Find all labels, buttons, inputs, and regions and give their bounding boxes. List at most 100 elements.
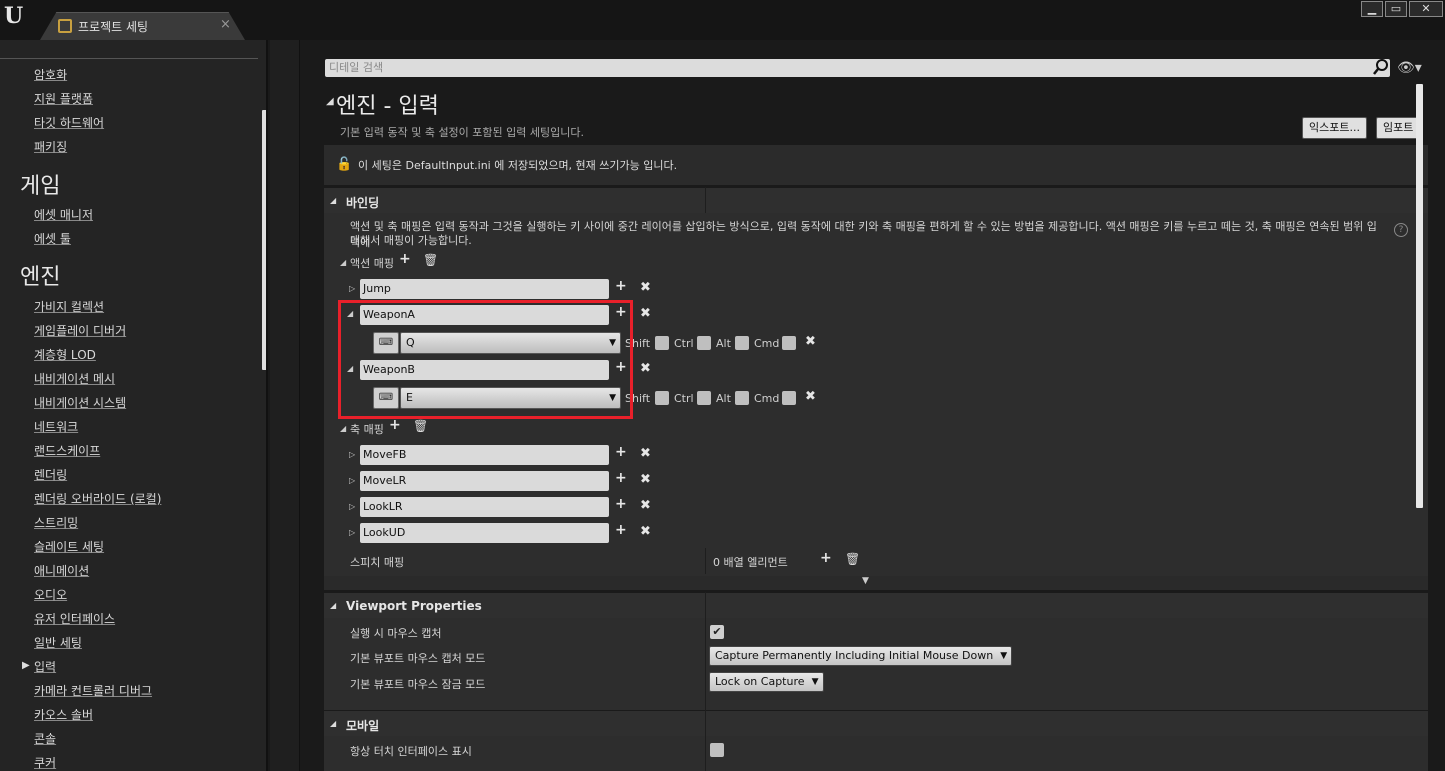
bindings-description-2: 대해서 매핑이 가능합니다. — [350, 234, 472, 247]
sidebar-item-streaming[interactable]: 스트리밍 — [34, 514, 78, 531]
sidebar-scrollbar[interactable] — [262, 110, 266, 370]
expand-axis-icon[interactable]: ▷ — [349, 528, 355, 537]
sidebar-item-landscape[interactable]: 랜드스케이프 — [34, 442, 100, 459]
search-input[interactable]: 디테일 검색 — [325, 59, 1390, 77]
remove-weapona-icon[interactable]: ✖ — [640, 306, 651, 321]
expand-axis-icon[interactable]: ▷ — [349, 476, 355, 485]
lock-mode-dropdown[interactable]: Lock on Capture ▼ — [709, 672, 824, 692]
remove-key-q-icon[interactable]: ✖ — [805, 334, 816, 349]
add-axis-key-icon[interactable]: + — [615, 496, 627, 512]
remove-jump-icon[interactable]: ✖ — [640, 280, 651, 295]
sidebar-item-console[interactable]: 콘솔 — [34, 730, 56, 747]
remove-axis-icon[interactable]: ✖ — [640, 524, 651, 539]
sidebar-item-camera-controller-debug[interactable]: 카메라 컨트롤러 디버그 — [34, 682, 152, 699]
sidebar-item-rendering-override[interactable]: 렌더링 오버라이드 (로컬) — [34, 490, 161, 507]
add-axis-key-icon[interactable]: + — [615, 522, 627, 538]
capture-mode-dropdown[interactable]: Capture Permanently Including Initial Mo… — [709, 646, 1013, 666]
mobile-header[interactable]: ◢ 모바일 — [324, 710, 1428, 736]
axis-name-movelr[interactable]: MoveLR — [360, 471, 609, 491]
add-axis-key-icon[interactable]: + — [615, 444, 627, 460]
ctrl-label: Ctrl — [674, 337, 694, 350]
notice-text: 이 세팅은 DefaultInput.ini 에 저장되었으며, 현재 쓰기가능… — [358, 159, 678, 172]
minimize-button[interactable]: ▁ — [1361, 1, 1383, 17]
shift-checkbox[interactable] — [655, 391, 669, 405]
help-icon[interactable]: ? — [1394, 223, 1408, 237]
action-name-jump[interactable]: Jump — [360, 279, 609, 299]
shift-checkbox[interactable] — [655, 336, 669, 350]
add-speech-icon[interactable]: + — [820, 550, 832, 566]
axis-name-movefb[interactable]: MoveFB — [360, 445, 609, 465]
add-key-jump-icon[interactable]: + — [615, 278, 627, 294]
collapse-arrow-icon: ◢ — [330, 719, 337, 728]
ctrl-label: Ctrl — [674, 392, 694, 405]
sidebar-item-animation[interactable]: 애니메이션 — [34, 562, 89, 579]
ctrl-checkbox[interactable] — [697, 336, 711, 350]
sidebar-item-supported-platforms[interactable]: 지원 플랫폼 — [34, 90, 93, 107]
bindings-header[interactable]: ◢ 바인딩 — [324, 187, 1428, 213]
search-icon[interactable] — [1372, 58, 1390, 76]
lock-mode-value: Lock on Capture — [715, 675, 805, 688]
sidebar-item-target-hardware[interactable]: 타깃 하드웨어 — [34, 114, 104, 131]
capture-mode-value: Capture Permanently Including Initial Mo… — [715, 649, 994, 662]
config-notice: 🔓 이 세팅은 DefaultInput.ini 에 저장되었으며, 현재 쓰기… — [324, 145, 1428, 185]
cmd-checkbox[interactable] — [782, 336, 796, 350]
add-action-icon[interactable]: + — [399, 251, 411, 267]
sidebar-item-hlod[interactable]: 계층형 LOD — [34, 346, 96, 363]
sidebar-item-slate-settings[interactable]: 슬레이트 세팅 — [34, 538, 104, 555]
axis-collapse-icon[interactable]: ◢ — [340, 424, 346, 433]
axis-name-looklr[interactable]: LookLR — [360, 497, 609, 517]
delete-actions-icon[interactable]: 🗑 — [423, 253, 438, 267]
maximize-button[interactable]: ▭ — [1385, 1, 1407, 17]
sidebar-item-nav-system[interactable]: 내비게이션 시스템 — [34, 394, 126, 411]
advanced-expander[interactable]: ▼ — [324, 576, 1428, 590]
remove-axis-icon[interactable]: ✖ — [640, 472, 651, 487]
sidebar-item-network[interactable]: 네트워크 — [34, 418, 78, 435]
details-scrollbar[interactable] — [1416, 84, 1423, 508]
sidebar-item-asset-tools[interactable]: 에셋 툴 — [34, 230, 71, 247]
title-collapse-icon[interactable]: ◢ — [326, 96, 334, 107]
sidebar-item-general-settings[interactable]: 일반 세팅 — [34, 634, 82, 651]
capture-on-play-checkbox[interactable]: ✔ — [710, 625, 724, 639]
sidebar-item-cooker[interactable]: 쿠커 — [34, 754, 56, 771]
delete-axes-icon[interactable]: 🗑 — [413, 419, 428, 433]
sidebar-item-encryption[interactable]: 암호화 — [34, 66, 67, 83]
add-axis-icon[interactable]: + — [389, 417, 401, 433]
viewport-header[interactable]: ◢ Viewport Properties — [324, 592, 1428, 618]
delete-speech-icon[interactable]: 🗑 — [845, 552, 860, 566]
sidebar-item-asset-manager[interactable]: 에셋 매니저 — [34, 206, 93, 223]
view-options-eye-icon[interactable]: 👁▾ — [1397, 60, 1422, 76]
cmd-checkbox[interactable] — [782, 391, 796, 405]
remove-axis-icon[interactable]: ✖ — [640, 446, 651, 461]
sidebar-item-gameplay-debugger[interactable]: 게임플레이 디버거 — [34, 322, 126, 339]
remove-weaponb-icon[interactable]: ✖ — [640, 361, 651, 376]
sidebar-item-user-interface[interactable]: 유저 인터페이스 — [34, 610, 115, 627]
alt-checkbox[interactable] — [735, 391, 749, 405]
ctrl-checkbox[interactable] — [697, 391, 711, 405]
sidebar-item-rendering[interactable]: 렌더링 — [34, 466, 67, 483]
expand-jump-icon[interactable]: ▷ — [349, 284, 355, 293]
sidebar-item-garbage-collection[interactable]: 가비지 컬렉션 — [34, 298, 104, 315]
touch-interface-checkbox[interactable] — [710, 743, 724, 757]
remove-axis-icon[interactable]: ✖ — [640, 498, 651, 513]
splitter[interactable] — [270, 40, 300, 771]
tab-close-icon[interactable]: × — [220, 17, 231, 32]
sidebar-item-packaging[interactable]: 패키징 — [34, 138, 67, 155]
sidebar-item-navmesh[interactable]: 내비게이션 메시 — [34, 370, 115, 387]
chevron-down-icon: ▼ — [1000, 651, 1008, 661]
expand-axis-icon[interactable]: ▷ — [349, 502, 355, 511]
export-button[interactable]: 익스포트... — [1302, 117, 1367, 139]
close-window-button[interactable]: ✕ — [1409, 1, 1443, 17]
add-axis-key-icon[interactable]: + — [615, 470, 627, 486]
action-collapse-icon[interactable]: ◢ — [340, 258, 346, 267]
sidebar-item-audio[interactable]: 오디오 — [34, 586, 67, 603]
axis-name-lookud[interactable]: LookUD — [360, 523, 609, 543]
sidebar-item-input[interactable]: 입력 — [34, 658, 56, 675]
expand-axis-icon[interactable]: ▷ — [349, 450, 355, 459]
alt-checkbox[interactable] — [735, 336, 749, 350]
axis-mappings-label: 축 매핑 — [350, 423, 384, 436]
sidebar-item-chaos-solver[interactable]: 카오스 솔버 — [34, 706, 93, 723]
alt-label: Alt — [716, 337, 731, 350]
page-title: 엔진 - 입력 — [336, 94, 439, 119]
remove-key-e-icon[interactable]: ✖ — [805, 389, 816, 404]
tab-project-settings[interactable]: 프로젝트 세팅 × — [40, 12, 245, 40]
